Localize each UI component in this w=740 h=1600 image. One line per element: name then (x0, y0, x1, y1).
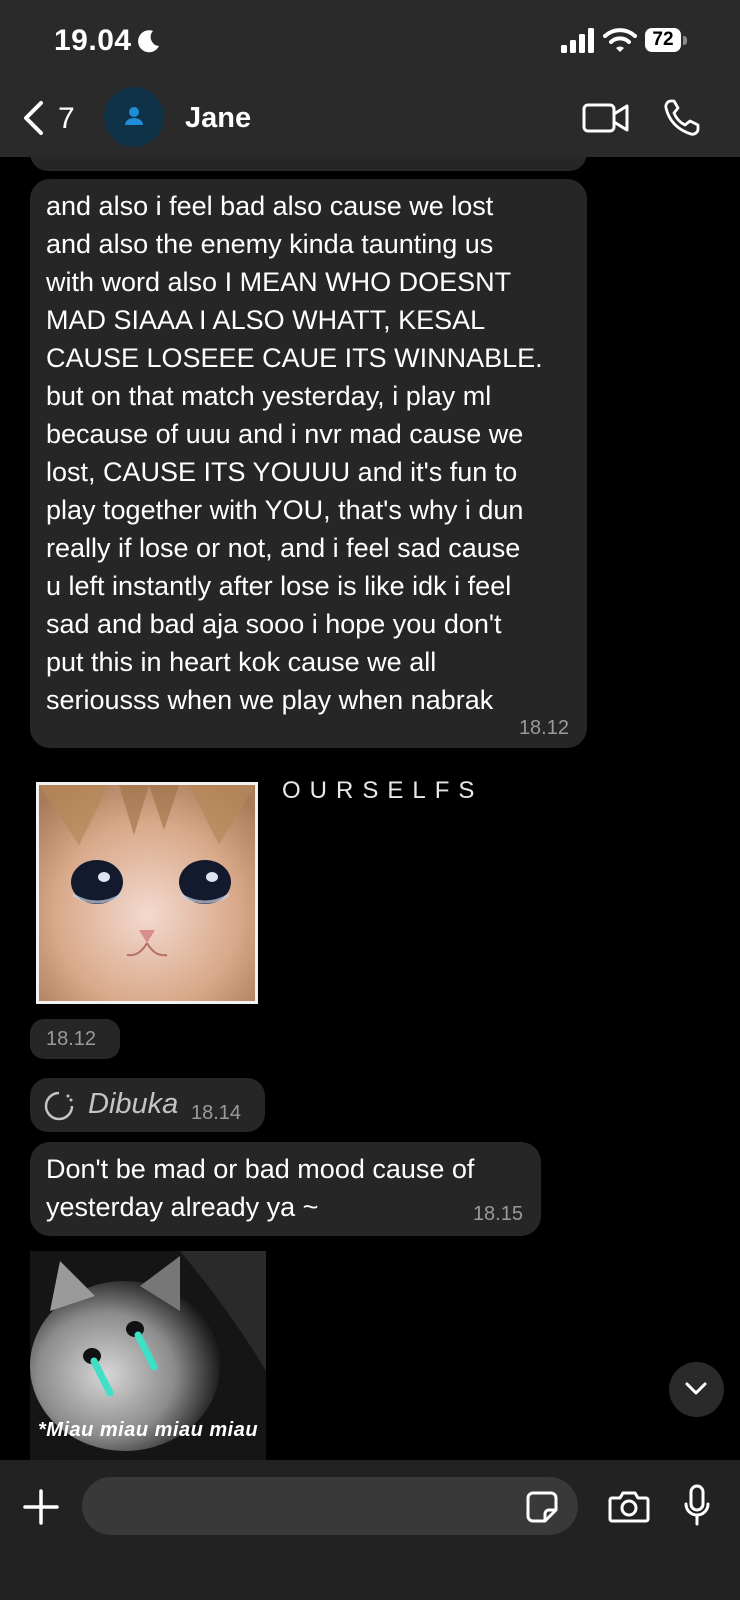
message-bubble[interactable]: Don't be mad or bad mood cause of yester… (30, 1142, 541, 1236)
microphone-icon[interactable] (683, 1484, 711, 1528)
wifi-icon (603, 28, 637, 52)
back-button[interactable]: 7 (18, 96, 88, 144)
view-once-icon (44, 1091, 74, 1121)
message-text: and also i feel bad also cause we lost a… (46, 191, 543, 715)
battery-nub (683, 36, 687, 45)
cat-face-image (39, 785, 255, 1001)
contact-name[interactable]: Jane (185, 102, 251, 135)
chat-scroll-area[interactable]: and also i feel bad also cause we lost a… (0, 157, 740, 1460)
chat-header: 19.04 72 7 Jane (0, 0, 740, 157)
image-caption: *Miau miau miau miau (38, 1419, 259, 1441)
message-bubble[interactable]: and also i feel bad also cause we lost a… (30, 179, 587, 748)
battery-indicator: 72 (645, 28, 687, 54)
time-pill: 18.12 (30, 1019, 120, 1059)
message-time: 18.12 (518, 717, 569, 739)
chevron-left-icon (24, 101, 43, 135)
scroll-to-bottom-button[interactable] (669, 1362, 724, 1417)
chevron-down-icon (685, 1382, 707, 1395)
view-once-message[interactable]: Dibuka 18.14 (30, 1078, 265, 1132)
message-text: Don't be mad or bad mood cause of yester… (46, 1154, 475, 1222)
sticker-caption: OURSELFS (282, 777, 484, 804)
battery-level: 72 (645, 28, 681, 52)
avatar[interactable] (104, 87, 164, 147)
plus-icon[interactable] (22, 1488, 60, 1526)
message-composer (0, 1460, 740, 1600)
previous-message-bubble (30, 157, 587, 171)
message-time: 18.15 (472, 1203, 523, 1225)
sticker-icon[interactable] (525, 1490, 559, 1524)
message-input[interactable] (82, 1477, 578, 1535)
cat-meme-image[interactable]: *Miau miau miau miau (30, 1251, 266, 1460)
moon-icon (138, 30, 159, 53)
status-time: 19.04 (54, 24, 132, 57)
video-call-icon[interactable] (582, 100, 630, 136)
message-time: 18.14 (191, 1102, 242, 1124)
cellular-signal-icon (561, 28, 594, 53)
person-icon (125, 107, 143, 125)
crying-cat-sticker[interactable] (36, 782, 258, 1004)
unread-count: 7 (58, 102, 75, 135)
view-once-label: Dibuka (88, 1088, 179, 1120)
message-time: 18.12 (46, 1028, 97, 1050)
phone-icon[interactable] (662, 98, 700, 138)
camera-icon[interactable] (608, 1489, 650, 1523)
